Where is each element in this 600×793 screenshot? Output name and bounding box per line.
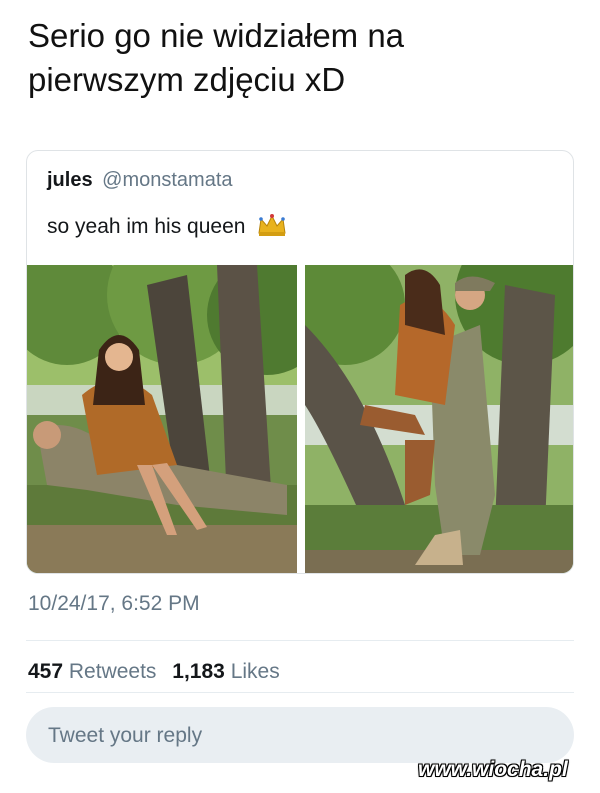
- quoted-tweet-photos: [27, 265, 573, 573]
- quoted-tweet-author-handle[interactable]: @monstamata: [102, 169, 232, 191]
- crown-icon: [257, 213, 287, 243]
- caption-line-1: Serio go nie widziałem na: [28, 17, 405, 54]
- tweet-stats: 457 Retweets 1,183 Likes: [28, 660, 290, 684]
- divider: [26, 692, 574, 693]
- caption: Serio go nie widziałem na pierwszym zdję…: [28, 14, 588, 102]
- quoted-tweet-text-content: so yeah im his queen: [47, 215, 246, 238]
- likes-count[interactable]: 1,183: [172, 660, 225, 683]
- reply-box[interactable]: [26, 707, 574, 765]
- watermark: www.wiocha.pl: [418, 758, 568, 781]
- divider: [26, 640, 574, 641]
- likes-label[interactable]: Likes: [231, 660, 280, 683]
- quoted-tweet-text: so yeah im his queen: [47, 213, 287, 243]
- photo-right[interactable]: [305, 265, 573, 573]
- retweets-count[interactable]: 457: [28, 660, 63, 683]
- reply-input[interactable]: [46, 707, 550, 765]
- caption-line-2: pierwszym zdjęciu xD: [28, 61, 346, 98]
- photo-left[interactable]: [27, 265, 297, 573]
- quoted-tweet-card[interactable]: jules @monstamata so yeah im his queen: [26, 150, 574, 574]
- retweets-label[interactable]: Retweets: [69, 660, 157, 683]
- quoted-tweet-header: jules @monstamata: [47, 169, 233, 192]
- quoted-tweet-author-name[interactable]: jules: [47, 169, 93, 191]
- tweet-timestamp[interactable]: 10/24/17, 6:52 PM: [28, 592, 200, 616]
